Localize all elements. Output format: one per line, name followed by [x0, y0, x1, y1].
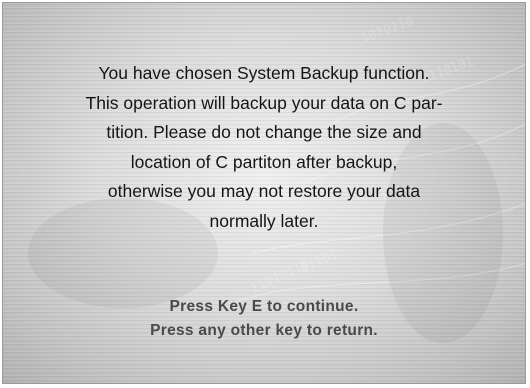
message-line: normally later.	[209, 210, 319, 231]
message-line: otherwise you may not restore your data	[107, 181, 421, 201]
message-line: This operation will backup your data on …	[85, 92, 443, 113]
message-line: location of C partiton after backup,	[130, 151, 398, 172]
svg-text:1010110: 1010110	[359, 14, 416, 47]
backup-warning-message: You have chosen System Backup function. …	[33, 59, 495, 236]
svg-text:01101: 01101	[298, 246, 340, 276]
return-prompt: Press any other key to return.	[150, 321, 378, 339]
backup-confirmation-screen: 1010110 0110101 11010110 01101 10110 You…	[2, 2, 526, 384]
message-line: You have chosen System Backup function.	[98, 63, 430, 83]
continue-prompt: Press Key E to continue.	[169, 298, 359, 315]
message-line: tition. Please do not change the size an…	[106, 122, 422, 142]
key-prompt: Press Key E to continue. Press any other…	[33, 295, 495, 342]
